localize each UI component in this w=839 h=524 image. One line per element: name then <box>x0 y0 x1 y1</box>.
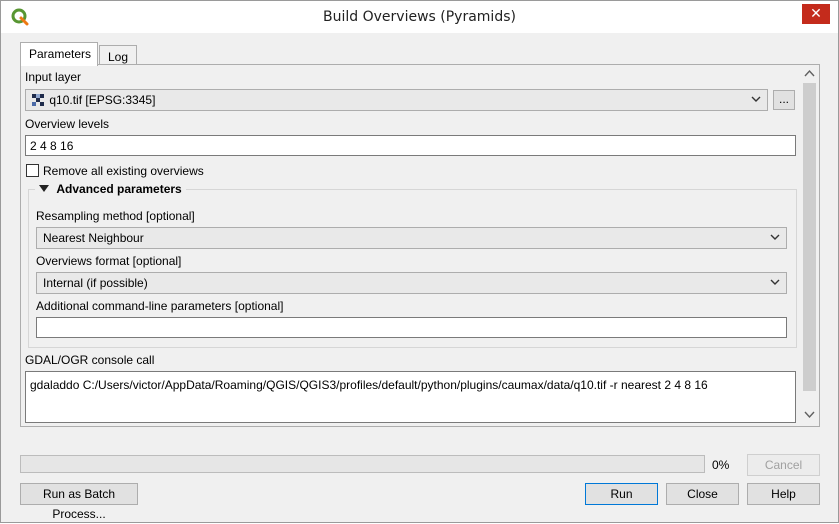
browse-layer-button[interactable]: ... <box>773 90 795 110</box>
input-layer-label: Input layer <box>25 70 82 84</box>
resampling-label: Resampling method [optional] <box>36 209 195 223</box>
chevron-down-icon <box>770 276 780 288</box>
resampling-combo[interactable]: Nearest Neighbour <box>36 227 787 249</box>
overview-format-label: Overviews format [optional] <box>36 254 182 268</box>
tab-parameters[interactable]: Parameters <box>20 42 98 66</box>
close-icon: ✕ <box>810 6 822 22</box>
overview-format-combo[interactable]: Internal (if possible) <box>36 272 787 294</box>
dialog-window: Build Overviews (Pyramids) ✕ Parameters … <box>0 0 839 523</box>
window-title: Build Overviews (Pyramids) <box>323 9 516 25</box>
triangle-down-icon <box>39 182 52 196</box>
raster-layer-icon <box>32 94 44 106</box>
title-bar: Build Overviews (Pyramids) ✕ <box>1 1 838 33</box>
progress-percent: 0% <box>712 458 730 472</box>
close-button[interactable]: Close <box>666 483 739 505</box>
scroll-down-icon[interactable] <box>804 409 815 421</box>
input-layer-combo[interactable]: q10.tif [EPSG:3345] <box>25 89 768 111</box>
extra-params-label: Additional command-line parameters [opti… <box>36 299 284 313</box>
advanced-parameters-group: Advanced parameters Resampling method [o… <box>28 182 797 348</box>
scrollbar-thumb[interactable] <box>803 83 816 391</box>
tab-log[interactable]: Log <box>99 45 137 65</box>
chevron-down-icon <box>751 93 761 105</box>
scroll-up-icon[interactable] <box>804 69 815 81</box>
overview-levels-input[interactable]: 2 4 8 16 <box>25 135 796 156</box>
vertical-scrollbar[interactable] <box>801 67 818 424</box>
resampling-value: Nearest Neighbour <box>43 231 144 245</box>
chevron-down-icon <box>770 231 780 243</box>
advanced-parameters-title: Advanced parameters <box>56 182 182 196</box>
parameters-panel: Input layer q10.tif [EPSG:3345] ... Over… <box>20 64 820 427</box>
help-button[interactable]: Help <box>747 483 820 505</box>
remove-overviews-checkbox[interactable] <box>26 164 39 177</box>
advanced-parameters-header[interactable]: Advanced parameters <box>35 182 186 196</box>
input-layer-value: q10.tif [EPSG:3345] <box>49 93 156 107</box>
remove-overviews-label: Remove all existing overviews <box>43 164 204 178</box>
overview-format-value: Internal (if possible) <box>43 276 148 290</box>
run-batch-button[interactable]: Run as Batch Process... <box>20 483 138 521</box>
console-call-label: GDAL/OGR console call <box>25 353 155 367</box>
overview-levels-label: Overview levels <box>25 117 110 131</box>
cancel-button[interactable]: Cancel <box>747 454 820 476</box>
run-button[interactable]: Run <box>585 483 658 505</box>
console-call-textarea[interactable]: gdaladdo C:/Users/victor/AppData/Roaming… <box>25 371 796 423</box>
extra-params-input[interactable] <box>36 317 787 338</box>
progress-bar <box>20 455 705 473</box>
window-close-button[interactable]: ✕ <box>802 4 830 24</box>
